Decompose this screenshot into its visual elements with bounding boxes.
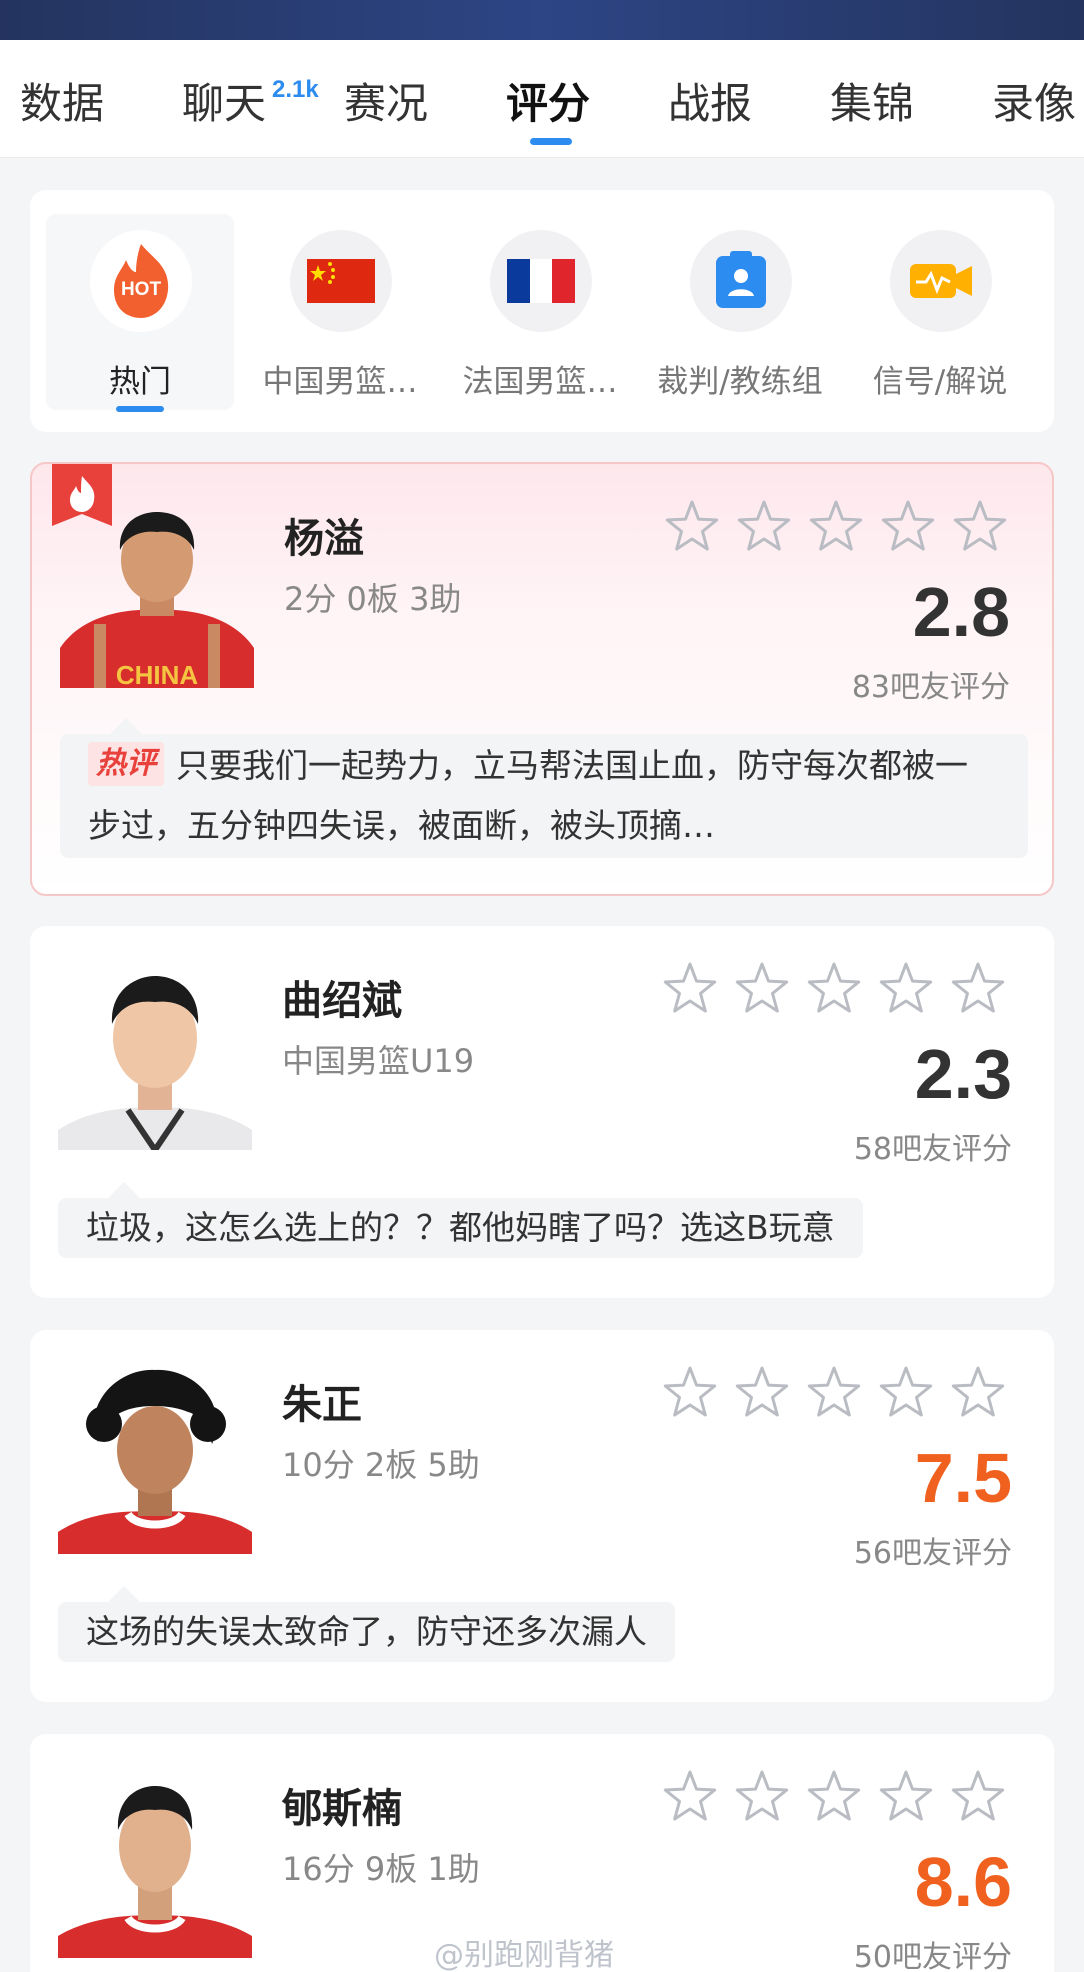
- player-card[interactable]: 曲绍斌 中国男篮U19 2.3 58吧友评分 垃圾，这怎么选上的？？都他妈瞎了吗…: [30, 926, 1054, 1298]
- comment-pointer: [108, 1182, 140, 1198]
- star-icon[interactable]: [735, 1366, 789, 1417]
- active-tab-indicator: [530, 138, 572, 145]
- star-icon[interactable]: [807, 1770, 861, 1821]
- player-score: 8.6: [914, 1843, 1012, 1921]
- broadcast-icon-bg: [890, 230, 992, 332]
- top-comment[interactable]: 垃圾，这怎么选上的？？都他妈瞎了吗？选这B玩意: [58, 1198, 863, 1258]
- rating-stars[interactable]: [662, 496, 1022, 556]
- tab-live[interactable]: 赛况: [344, 70, 428, 131]
- comment-pointer: [110, 718, 142, 734]
- player-avatar: [58, 1369, 252, 1554]
- player-avatar: [58, 1786, 252, 1958]
- broadcast-icon: [910, 264, 972, 298]
- hot-icon-bg: HOT: [90, 230, 192, 332]
- category-hot[interactable]: HOT 热门: [46, 214, 234, 412]
- player-score: 2.3: [914, 1035, 1012, 1113]
- star-icon[interactable]: [665, 500, 719, 551]
- rating-stars[interactable]: [660, 958, 1020, 1018]
- comment-text: 这场的失误太致命了，防守还多次漏人: [86, 1612, 647, 1651]
- status-bar: [0, 0, 1084, 40]
- star-icon[interactable]: [735, 962, 789, 1013]
- star-icon[interactable]: [737, 500, 791, 551]
- chat-count-badge: 2.1k: [272, 76, 319, 103]
- star-icon[interactable]: [881, 500, 935, 551]
- player-avatar: CHINA: [60, 512, 254, 688]
- tab-chat[interactable]: 聊天: [182, 70, 266, 131]
- comment-text: 垃圾，这怎么选上的？？都他妈瞎了吗？选这B玩意: [86, 1208, 835, 1247]
- star-icon[interactable]: [809, 500, 863, 551]
- stars-svg: [663, 1770, 1005, 1821]
- rating-stars[interactable]: [660, 1362, 1020, 1422]
- player-team: 中国男篮U19: [282, 1042, 475, 1080]
- china-flag-icon: [307, 259, 375, 303]
- hot-icon: HOT: [114, 244, 169, 318]
- player-score: 2.8: [912, 573, 1010, 651]
- vote-count: 83吧友评分: [851, 670, 1010, 705]
- top-comment[interactable]: 这场的失误太致命了，防守还多次漏人: [58, 1602, 675, 1662]
- star-icon[interactable]: [807, 962, 861, 1013]
- player-stats: 2分 0板 3助: [284, 580, 462, 618]
- star-icon[interactable]: [879, 962, 933, 1013]
- star-icon[interactable]: [879, 1366, 933, 1417]
- star-icon[interactable]: [879, 1770, 933, 1821]
- star-icon[interactable]: [951, 1770, 1005, 1821]
- category-label: 中国男篮…: [262, 364, 418, 400]
- france-flag-icon-bg: [490, 230, 592, 332]
- stars-svg: [665, 500, 1007, 551]
- star-icon[interactable]: [951, 962, 1005, 1013]
- star-icon[interactable]: [663, 962, 717, 1013]
- hot-icon-text: HOT: [121, 279, 162, 300]
- referee-icon-bg: [690, 230, 792, 332]
- star-icon[interactable]: [807, 1366, 861, 1417]
- category-broadcast[interactable]: 信号/解说: [846, 214, 1034, 410]
- top-tab-bar: 数据 聊天 2.1k 赛况 评分 战报 集锦 录像: [0, 40, 1084, 158]
- player-name: 朱正: [282, 1382, 362, 1428]
- star-icon[interactable]: [663, 1366, 717, 1417]
- category-referee-coach[interactable]: 裁判/教练组: [646, 214, 834, 410]
- comment-pointer: [108, 1586, 140, 1602]
- star-icon[interactable]: [951, 1366, 1005, 1417]
- vote-count: 56吧友评分: [853, 1536, 1012, 1571]
- referee-icon: [716, 251, 766, 308]
- rating-stars[interactable]: [660, 1766, 1020, 1826]
- category-selector: HOT 热门 中国男篮… 法国男篮… 裁判/教练组 信号/解说: [30, 190, 1054, 432]
- tab-replay[interactable]: 录像: [992, 70, 1076, 131]
- china-flag-icon-bg: [290, 230, 392, 332]
- jersey-text: CHINA: [116, 660, 199, 688]
- player-name: 曲绍斌: [282, 978, 402, 1024]
- player-stats: 10分 2板 5助: [282, 1446, 480, 1484]
- star-icon[interactable]: [735, 1770, 789, 1821]
- category-label: 法国男篮…: [462, 364, 618, 400]
- hot-comment-tag: 热评: [88, 742, 164, 786]
- player-stats: 16分 9板 1助: [282, 1850, 480, 1888]
- category-label: 信号/解说: [872, 364, 1008, 400]
- player-name: 杨溢: [284, 516, 364, 562]
- category-france-team[interactable]: 法国男篮…: [446, 214, 634, 410]
- player-card[interactable]: CHINA 杨溢 2分 0板 3助 2.8 83吧友评分 热评 只要我们一起势力，…: [30, 462, 1054, 896]
- player-avatar: [58, 976, 252, 1150]
- player-score: 7.5: [914, 1439, 1012, 1517]
- hot-comment[interactable]: 热评 只要我们一起势力，立马帮法国止血，防守每次都被一步过，五分钟四失误，被面断，…: [60, 734, 1028, 858]
- category-label: 裁判/教练组: [657, 364, 823, 400]
- stars-svg: [663, 1366, 1005, 1417]
- category-active-indicator: [116, 406, 164, 412]
- tab-highlights[interactable]: 集锦: [830, 70, 914, 131]
- tab-data[interactable]: 数据: [20, 70, 104, 131]
- star-icon[interactable]: [663, 1770, 717, 1821]
- stars-svg: [663, 962, 1005, 1013]
- tab-ratings[interactable]: 评分: [506, 70, 590, 131]
- vote-count: 58吧友评分: [853, 1132, 1012, 1167]
- watermark: @别跑刚背猪: [434, 1938, 614, 1972]
- player-name: 郇斯楠: [282, 1786, 402, 1832]
- france-flag-icon: [507, 259, 575, 303]
- vote-count: 50吧友评分: [853, 1940, 1012, 1972]
- category-label: 热门: [109, 364, 171, 400]
- category-china-team[interactable]: 中国男篮…: [246, 214, 434, 410]
- player-card[interactable]: 朱正 10分 2板 5助 7.5 56吧友评分 这场的失误太致命了，防守还多次漏…: [30, 1330, 1054, 1702]
- tab-report[interactable]: 战报: [668, 70, 752, 131]
- comment-text: 只要我们一起势力，立马帮法国止血，防守每次都被一步过，五分钟四失误，被面断，被头…: [88, 746, 968, 845]
- star-icon[interactable]: [953, 500, 1007, 551]
